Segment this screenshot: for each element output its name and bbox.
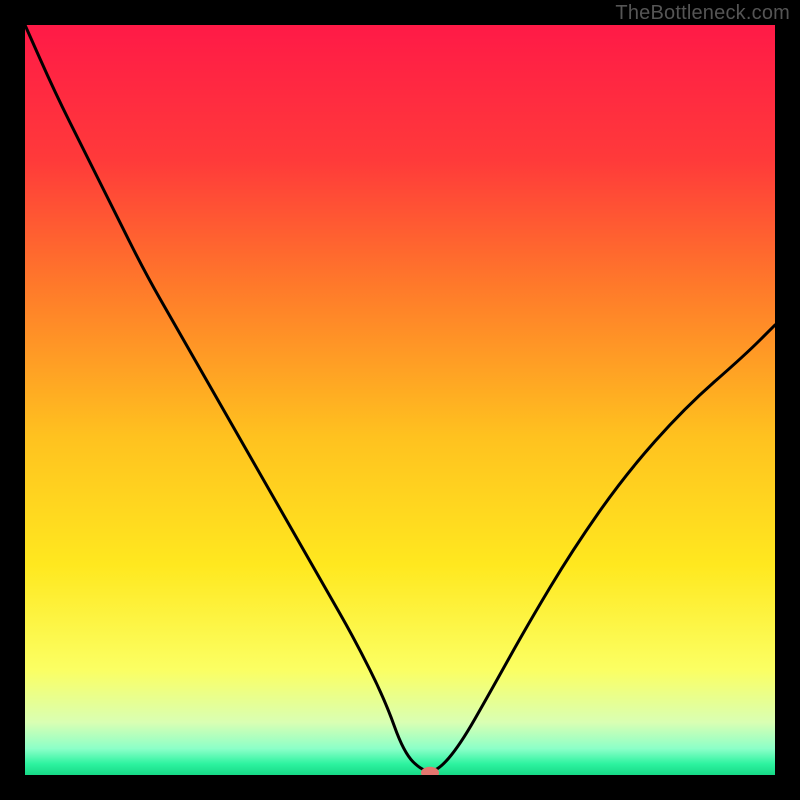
- gradient-rect: [25, 25, 775, 775]
- chart-frame: TheBottleneck.com: [0, 0, 800, 800]
- plot-area: [25, 25, 775, 775]
- plot-svg: [25, 25, 775, 775]
- watermark-text: TheBottleneck.com: [615, 2, 790, 25]
